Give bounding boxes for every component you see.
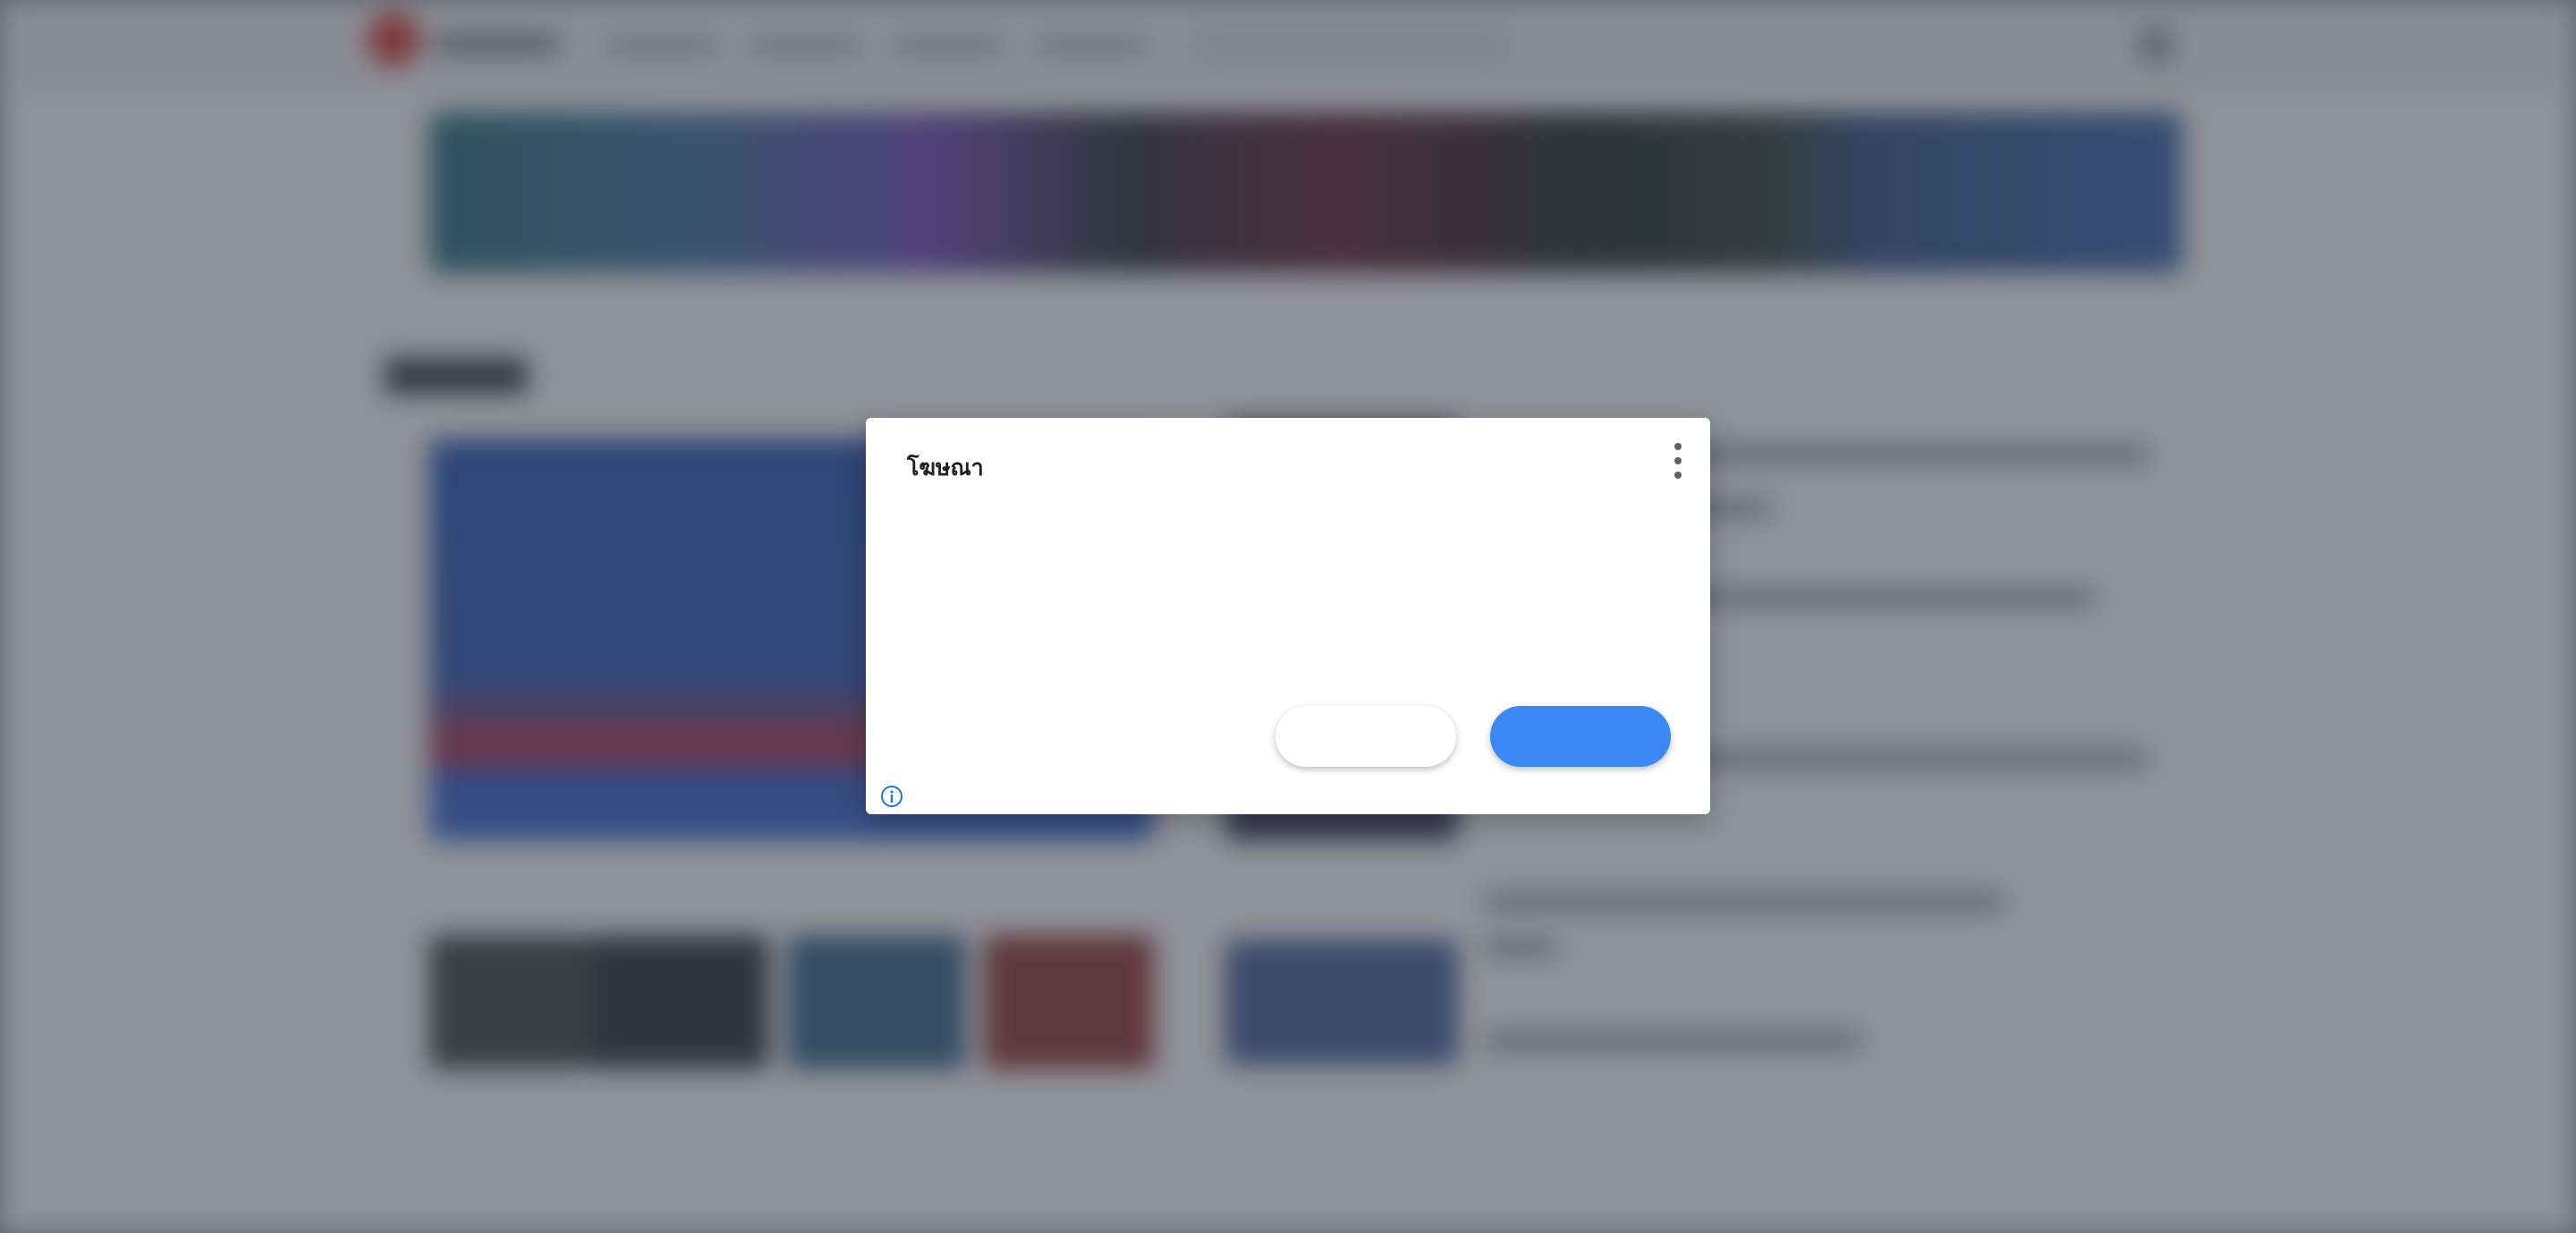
kebab-dot xyxy=(1674,472,1682,479)
kebab-dot xyxy=(1674,457,1682,464)
kebab-dot xyxy=(1674,443,1682,450)
secondary-button[interactable] xyxy=(1275,706,1456,767)
primary-button[interactable] xyxy=(1490,706,1671,767)
ad-dialog: โฆษณา xyxy=(866,418,1710,814)
dialog-title: โฆษณา xyxy=(907,455,984,480)
info-icon[interactable] xyxy=(880,785,903,808)
more-vert-icon[interactable] xyxy=(1665,443,1691,479)
